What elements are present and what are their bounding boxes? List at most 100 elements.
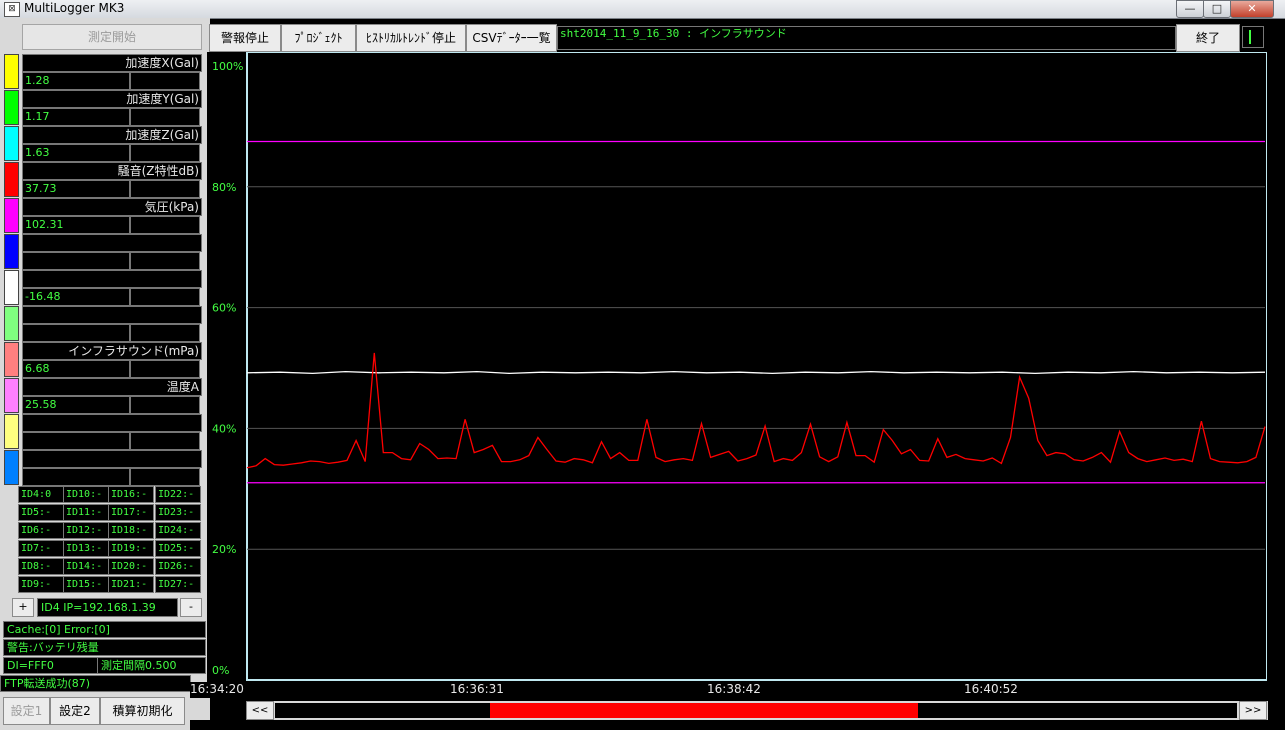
device-id-cell: ID10:-	[63, 486, 109, 503]
channel-color-swatch	[4, 198, 19, 233]
device-id-cell: ID5:-	[18, 504, 64, 521]
channel-value: 25.58	[22, 396, 130, 414]
channel-value: 1.28	[22, 72, 130, 90]
channel-aux-field	[130, 360, 200, 378]
x-tick-label: 16:40:52	[964, 682, 1018, 696]
minimize-button[interactable]: —	[1176, 0, 1204, 18]
channel-aux-field	[130, 432, 200, 450]
channel-aux-field	[130, 468, 200, 486]
device-id-cell: ID11:-	[63, 504, 109, 521]
chart-background	[207, 52, 1267, 682]
channel-label	[22, 234, 202, 252]
channel-label: 加速度X(Gal)	[22, 54, 202, 72]
channel-label: 騒音(Z特性dB)	[22, 162, 202, 180]
cache-status: Cache:[0] Error:[0]	[3, 621, 206, 638]
device-id-cell: ID17:-	[108, 504, 154, 521]
channel-color-swatch	[4, 306, 19, 341]
status-indicator	[1242, 26, 1264, 48]
time-scrollbar[interactable]: << >>	[246, 701, 1268, 720]
channel-aux-field	[130, 72, 200, 90]
window-title: MultiLogger MK3	[24, 1, 125, 15]
project-button[interactable]: ﾌﾟﾛｼﾞｪｸﾄ	[281, 24, 356, 52]
channel-label	[22, 306, 202, 324]
settings1-button[interactable]: 設定1	[3, 697, 50, 725]
channel-label: 加速度Z(Gal)	[22, 126, 202, 144]
device-id-cell: ID22:-	[155, 486, 201, 503]
exit-button[interactable]: 終了	[1176, 24, 1240, 52]
maximize-button[interactable]: □	[1203, 0, 1231, 18]
channel-value: 6.68	[22, 360, 130, 378]
channel-label: 気圧(kPa)	[22, 198, 202, 216]
app-icon: ⊠	[4, 2, 20, 17]
scroll-right-button[interactable]: >>	[1239, 701, 1267, 720]
channel-value	[22, 468, 130, 486]
channel-label: 加速度Y(Gal)	[22, 90, 202, 108]
add-button[interactable]: +	[12, 598, 34, 617]
channel-aux-field	[130, 108, 200, 126]
ip-display: ID4 IP=192.168.1.39	[37, 598, 178, 617]
channel-value	[22, 252, 130, 270]
device-id-cell: ID9:-	[18, 576, 64, 593]
device-id-cell: ID25:-	[155, 540, 201, 557]
ftp-status: FTP転送成功(87)	[0, 675, 191, 692]
device-id-cell: ID26:-	[155, 558, 201, 575]
channel-label	[22, 270, 202, 288]
channel-aux-field	[130, 216, 200, 234]
device-id-cell: ID21:-	[108, 576, 154, 593]
y-tick-label: 100%	[212, 60, 243, 73]
measure-start-button[interactable]: 測定開始	[22, 24, 202, 50]
title-bar: ⊠ MultiLogger MK3 — □ ✕	[0, 0, 1285, 19]
device-id-cell: ID8:-	[18, 558, 64, 575]
channel-aux-field	[130, 180, 200, 198]
channel-color-swatch	[4, 270, 19, 305]
x-tick-label: 16:34:20	[190, 682, 244, 696]
device-id-cell: ID12:-	[63, 522, 109, 539]
channel-color-swatch	[4, 342, 19, 377]
channel-value: -16.48	[22, 288, 130, 306]
x-tick-label: 16:38:42	[707, 682, 761, 696]
channel-value: 102.31	[22, 216, 130, 234]
scroll-left-button[interactable]: <<	[246, 701, 274, 720]
scroll-thumb[interactable]	[490, 703, 918, 718]
y-tick-label: 40%	[212, 422, 236, 435]
device-id-cell: ID20:-	[108, 558, 154, 575]
history-trend-stop-button[interactable]: ﾋｽﾄﾘｶﾙﾄﾚﾝﾄﾞ停止	[356, 24, 466, 52]
device-id-cell: ID4:0	[18, 486, 64, 503]
device-id-cell: ID6:-	[18, 522, 64, 539]
channel-value: 1.17	[22, 108, 130, 126]
channel-label: インフラサウンド(mPa)	[22, 342, 202, 360]
device-id-cell: ID7:-	[18, 540, 64, 557]
channel-value	[22, 432, 130, 450]
reset-total-button[interactable]: 積算初期化	[100, 697, 185, 725]
settings2-button[interactable]: 設定2	[50, 697, 100, 725]
remove-button[interactable]: -	[180, 598, 202, 617]
y-tick-label: 60%	[212, 302, 236, 315]
channel-value: 37.73	[22, 180, 130, 198]
time-axis: 16:34:20 16:36:31 16:38:42 16:40:52	[190, 682, 1268, 698]
warning-status: 警告:バッテリ残量	[3, 639, 206, 656]
y-tick-label: 0%	[212, 664, 229, 677]
alarm-stop-button[interactable]: 警報停止	[209, 24, 281, 52]
channel-color-swatch	[4, 126, 19, 161]
channel-aux-field	[130, 324, 200, 342]
channel-aux-field	[130, 252, 200, 270]
device-id-cell: ID18:-	[108, 522, 154, 539]
chart-svg: 100% 80% 60% 40% 20% 0%	[207, 51, 1268, 682]
channel-aux-field	[130, 396, 200, 414]
bottom-fill	[190, 720, 1285, 730]
device-id-cell: ID27:-	[155, 576, 201, 593]
right-edge	[1268, 52, 1285, 730]
close-button[interactable]: ✕	[1230, 0, 1274, 18]
csv-list-button[interactable]: CSVﾃﾞｰﾀｰ一覧	[466, 24, 557, 52]
channel-aux-field	[130, 288, 200, 306]
channel-label	[22, 450, 202, 468]
channel-color-swatch	[4, 450, 19, 485]
interval-status: 測定間隔0.500	[97, 657, 206, 674]
channel-color-swatch	[4, 162, 19, 197]
device-id-cell: ID13:-	[63, 540, 109, 557]
y-tick-label: 80%	[212, 181, 236, 194]
x-tick-label: 16:36:31	[450, 682, 504, 696]
device-id-cell: ID23:-	[155, 504, 201, 521]
channel-color-swatch	[4, 54, 19, 89]
device-id-cell: ID19:-	[108, 540, 154, 557]
